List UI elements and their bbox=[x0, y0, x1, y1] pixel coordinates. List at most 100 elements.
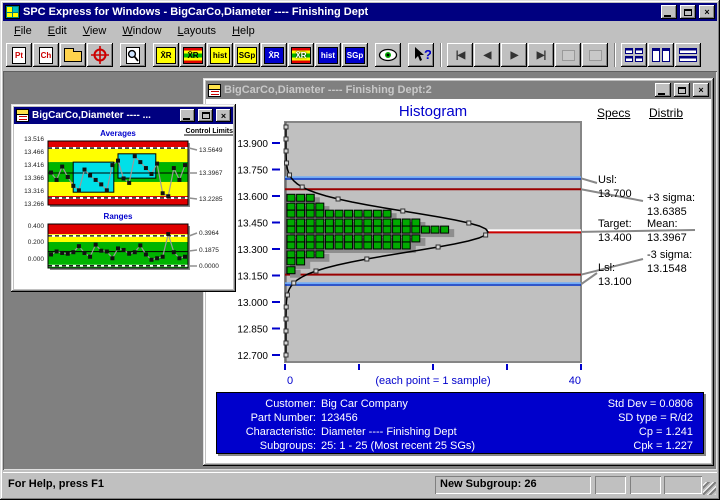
svg-text:0.0000: 0.0000 bbox=[199, 263, 219, 270]
info-rows: Customer:Big Car CompanyPart Number:1234… bbox=[217, 397, 553, 453]
prev-subgroup-button[interactable]: ◀ bbox=[474, 43, 500, 67]
menu-edit[interactable]: Edit bbox=[41, 23, 74, 39]
chart-chip-icon: X̄R bbox=[291, 47, 311, 64]
svg-text:Ranges: Ranges bbox=[104, 212, 133, 221]
next-subgroup-button[interactable]: ▶ bbox=[501, 43, 527, 67]
nav-arrow-icon: ▶| bbox=[537, 50, 546, 61]
last-subgroup-button[interactable]: ▶| bbox=[528, 43, 554, 67]
context-help-button[interactable]: ? bbox=[408, 43, 434, 67]
menu-layouts[interactable]: Layouts bbox=[171, 23, 224, 39]
minimize-button[interactable] bbox=[661, 5, 677, 19]
target-icon bbox=[91, 46, 109, 64]
first-subgroup-button[interactable]: |◀ bbox=[447, 43, 473, 67]
subgroup-yellow-button[interactable]: SGp bbox=[234, 43, 260, 67]
svg-text:Control Limits: Control Limits bbox=[186, 128, 233, 135]
info-row: Characteristic:Diameter ---- Finishing D… bbox=[217, 425, 553, 439]
subgroup-blue-button[interactable]: SGp bbox=[342, 43, 368, 67]
mini-maximize-button[interactable] bbox=[198, 109, 213, 122]
svg-text:13.266: 13.266 bbox=[24, 201, 44, 208]
status-new-subgroup: New Subgroup: 26 bbox=[435, 476, 591, 494]
svg-text:13.600: 13.600 bbox=[237, 192, 268, 203]
svg-text:40: 40 bbox=[569, 375, 581, 387]
xbar-r-chart-blue-button[interactable]: X̄R bbox=[261, 43, 287, 67]
svg-text:?: ? bbox=[424, 47, 431, 62]
control-charts: Averages13.51613.46613.41613.36613.31613… bbox=[14, 124, 233, 287]
layout-quad-icon bbox=[625, 48, 643, 62]
eye-button[interactable] bbox=[375, 43, 401, 67]
layout-horizontal-button[interactable] bbox=[675, 43, 701, 67]
chart-chip-icon: X̄R bbox=[264, 47, 284, 64]
open-button[interactable] bbox=[60, 43, 86, 67]
control-charts-content: Averages13.51613.46613.41613.36613.31613… bbox=[14, 124, 233, 289]
svg-text:13.516: 13.516 bbox=[24, 136, 44, 143]
histogram-blue-button[interactable]: hist bbox=[315, 43, 341, 67]
layout-vertical-button[interactable] bbox=[648, 43, 674, 67]
usl-label: Usl:13.700 bbox=[598, 173, 632, 201]
toolbar-separator bbox=[440, 43, 442, 67]
svg-text:12.700: 12.700 bbox=[237, 351, 268, 362]
histogram-maximize-button[interactable] bbox=[674, 83, 690, 97]
status-panel-3 bbox=[664, 476, 702, 494]
svg-text:0.400: 0.400 bbox=[28, 223, 45, 230]
mini-close-button[interactable]: × bbox=[216, 109, 231, 122]
chart-chip-icon: X̄R bbox=[156, 47, 176, 64]
histogram-minimize-button[interactable] bbox=[655, 83, 671, 97]
histogram-yellow-button[interactable]: hist bbox=[207, 43, 233, 67]
xbar-r-zones-blue-button[interactable]: X̄R bbox=[288, 43, 314, 67]
info-panel: Customer:Big Car CompanyPart Number:1234… bbox=[216, 392, 704, 454]
chart-data-button[interactable]: Ch bbox=[33, 43, 59, 67]
svg-text:13.466: 13.466 bbox=[24, 149, 44, 156]
histogram-window: BigCarCo,Diameter ---- Finishing Dept:2 … bbox=[203, 78, 714, 466]
xbar-r-zones-yellow-button[interactable]: X̄R bbox=[180, 43, 206, 67]
menu-window[interactable]: Window bbox=[115, 23, 168, 39]
info-row: Subgroups:25: 1 - 25 (Most recent 25 SGs… bbox=[217, 439, 553, 453]
histogram-window-content: Histogram Specs Distrib 13.90013.75013.6… bbox=[206, 99, 711, 463]
histogram-window-titlebar[interactable]: BigCarCo,Diameter ---- Finishing Dept:2 … bbox=[206, 81, 711, 99]
nav-arrow-icon: ▶ bbox=[511, 50, 518, 61]
mini-minimize-button[interactable] bbox=[180, 109, 195, 122]
toolbar: PtChX̄RX̄RhistSGpX̄RX̄RhistSGp?|◀◀▶▶| bbox=[3, 40, 717, 70]
info-stat: Cpk = 1.227 bbox=[553, 439, 693, 453]
blank-icon bbox=[589, 50, 602, 61]
svg-text:0: 0 bbox=[287, 375, 293, 387]
point-data-button[interactable]: Pt bbox=[6, 43, 32, 67]
svg-text:0.200: 0.200 bbox=[28, 239, 45, 246]
app-titlebar[interactable]: SPC Express for Windows - BigCarCo,Diame… bbox=[3, 3, 717, 21]
chart-chip-icon: X̄R bbox=[183, 47, 203, 64]
resize-grip[interactable] bbox=[703, 482, 716, 495]
document-icon bbox=[16, 109, 29, 122]
histogram-window-title: BigCarCo,Diameter ---- Finishing Dept:2 bbox=[224, 84, 652, 96]
menu-file[interactable]: File bbox=[7, 23, 39, 39]
svg-text:Averages: Averages bbox=[100, 129, 136, 138]
status-panel-2 bbox=[630, 476, 661, 494]
svg-text:0.000: 0.000 bbox=[28, 256, 45, 263]
blank-icon bbox=[562, 50, 575, 61]
control-charts-titlebar[interactable]: BigCarCo,Diameter ---- ... × bbox=[14, 107, 233, 124]
chart-chip-icon: SGp bbox=[345, 47, 365, 64]
menu-help[interactable]: Help bbox=[225, 23, 262, 39]
eye-icon bbox=[378, 48, 398, 62]
info-stat: SD type = R/d2 bbox=[553, 411, 693, 425]
info-row: Part Number:123456 bbox=[217, 411, 553, 425]
maximize-button[interactable] bbox=[680, 5, 696, 19]
menu-view[interactable]: View bbox=[76, 23, 114, 39]
close-button[interactable]: × bbox=[699, 5, 715, 19]
svg-text:13.750: 13.750 bbox=[237, 166, 268, 177]
control-charts-title: BigCarCo,Diameter ---- ... bbox=[32, 110, 177, 121]
svg-text:13.5649: 13.5649 bbox=[199, 147, 223, 154]
print-preview-button[interactable] bbox=[120, 43, 146, 67]
mdi-workspace: BigCarCo,Diameter ---- Finishing Dept:2 … bbox=[3, 71, 717, 470]
histogram-close-button[interactable]: × bbox=[693, 83, 709, 97]
menu-bar: FileEditViewWindowLayoutsHelp bbox=[3, 21, 717, 40]
control-charts-window: BigCarCo,Diameter ---- ... × Averages 13.… bbox=[11, 104, 236, 292]
status-bar: For Help, press F1 New Subgroup: 26 bbox=[3, 472, 717, 496]
layout-quad-button[interactable] bbox=[621, 43, 647, 67]
mean-label: Mean:13.3967 bbox=[647, 217, 687, 245]
target-button[interactable] bbox=[87, 43, 113, 67]
page-icon: Ch bbox=[39, 47, 53, 64]
svg-text:13.316: 13.316 bbox=[24, 188, 44, 195]
info-row: Customer:Big Car Company bbox=[217, 397, 553, 411]
xbar-r-chart-yellow-button[interactable]: X̄R bbox=[153, 43, 179, 67]
status-help-text: For Help, press F1 bbox=[8, 478, 104, 490]
page-icon bbox=[126, 47, 140, 64]
